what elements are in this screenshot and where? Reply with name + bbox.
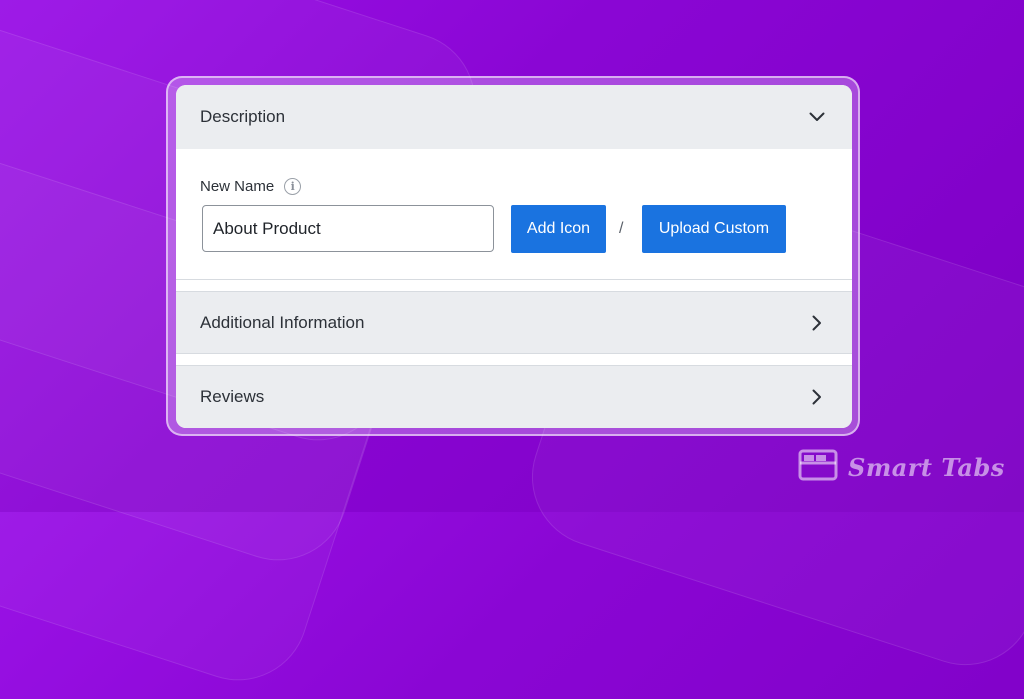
separator-slash: /	[619, 220, 624, 237]
tabs-accordion-panel: Description New Name i Add Icon / Upload…	[176, 85, 852, 428]
accordion-title: Description	[200, 107, 286, 126]
field-label-text: New Name	[200, 178, 275, 195]
chevron-down-icon[interactable]	[808, 108, 826, 126]
accordion-title: Additional Information	[200, 312, 365, 332]
accordion-header-description[interactable]: Description	[176, 85, 852, 149]
accordion-header-additional-information[interactable]: Additional Information	[176, 291, 852, 353]
add-icon-button[interactable]: Add Icon	[511, 205, 606, 253]
new-name-label: New Name i	[200, 178, 302, 195]
brand-name: Smart Tabs	[848, 453, 1005, 482]
accordion-title: Reviews	[200, 387, 265, 406]
tabs-window-icon	[798, 449, 838, 486]
upload-custom-button[interactable]: Upload Custom	[642, 205, 786, 253]
chevron-right-icon[interactable]	[808, 388, 826, 406]
divider	[176, 279, 852, 280]
divider	[176, 353, 852, 354]
accordion-header-reviews[interactable]: Reviews	[176, 365, 852, 428]
chevron-right-icon[interactable]	[808, 314, 826, 332]
smart-tabs-logo: Smart Tabs	[798, 449, 1005, 486]
info-icon[interactable]: i	[284, 178, 302, 195]
new-name-input[interactable]	[202, 205, 494, 252]
